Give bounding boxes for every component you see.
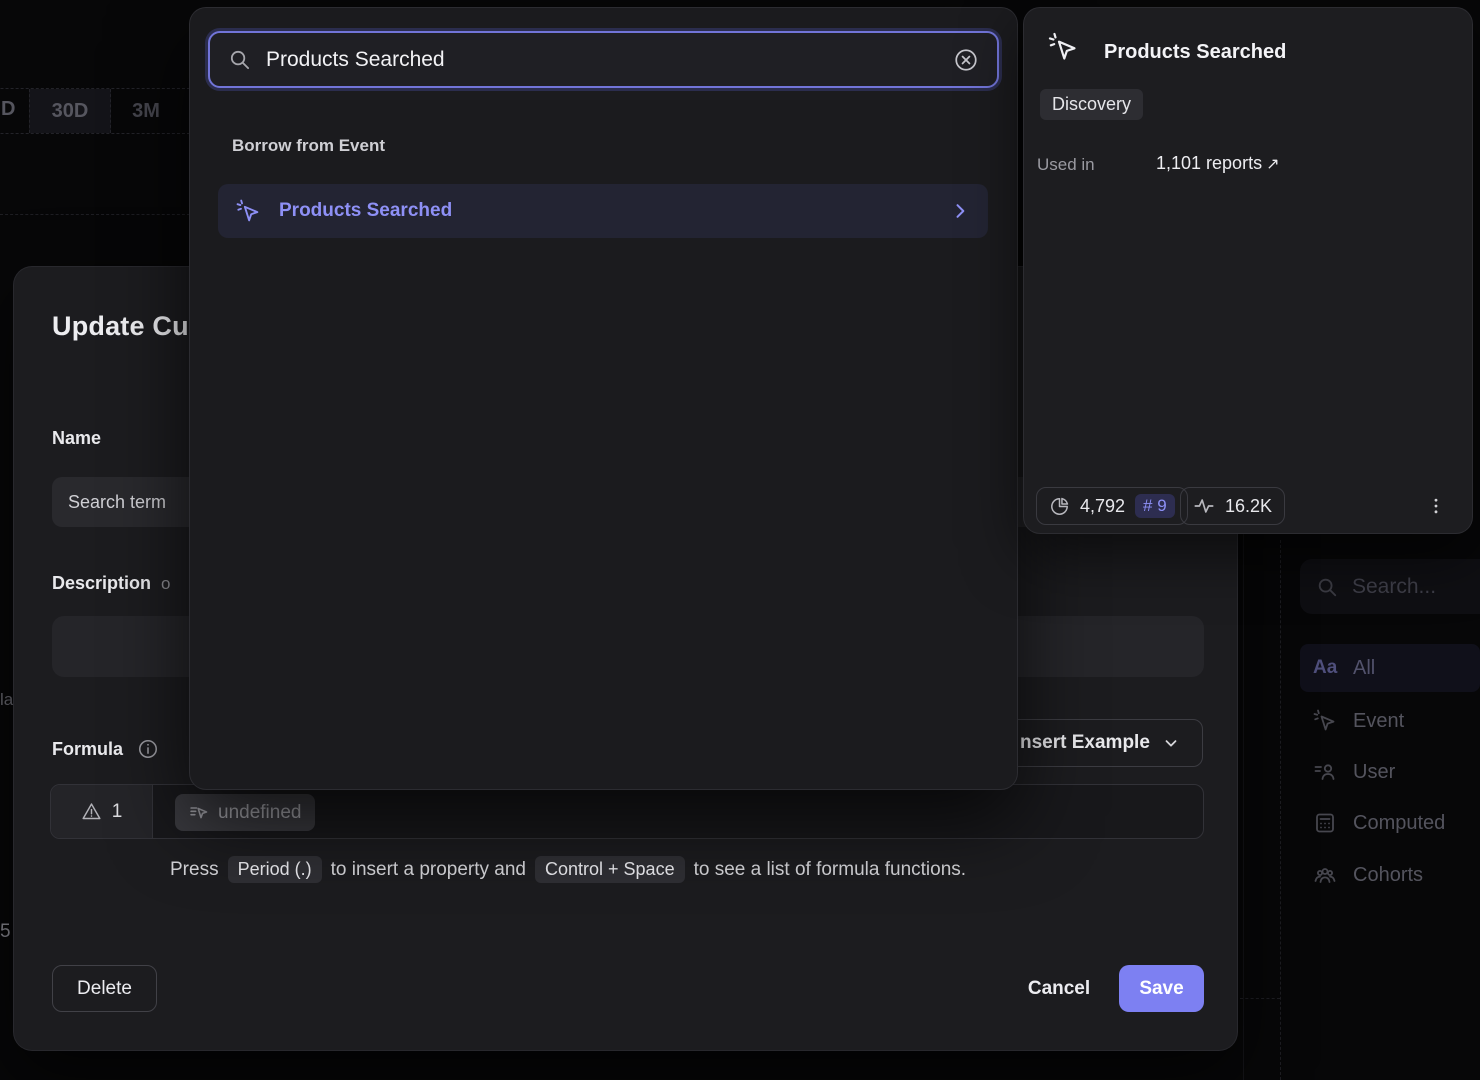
sidebar-filter-all[interactable]: Aa All [1300,644,1480,692]
computed-icon [1313,811,1337,835]
volume-value: 16.2K [1225,496,1272,517]
sidebar-panel-edge [1280,540,1281,1080]
info-icon[interactable] [137,738,159,760]
formula-label: Formula [52,739,123,760]
name-label: Name [52,428,101,449]
pie-chart-icon [1049,496,1070,517]
events-count-stat[interactable]: 4,792 # 9 [1036,487,1188,525]
property-search-dropdown: Borrow from Event Products Searched [190,8,1017,789]
formula-property-chip[interactable]: undefined [175,794,315,831]
circle-x-icon [953,47,979,73]
delete-button[interactable]: Delete [52,965,157,1012]
description-label-row: Description o [52,573,171,594]
hint-text: Press [170,859,219,881]
backdrop-panel-edge-bottom [1240,998,1280,999]
chevron-down-icon [1162,734,1180,752]
save-button[interactable]: Save [1119,965,1204,1012]
sidebar-filter-label: Computed [1353,812,1445,835]
user-icon [1313,760,1337,784]
event-icon [1313,709,1337,733]
kebab-menu-icon [1426,493,1446,519]
sidebar-filter-user[interactable]: User [1300,748,1480,796]
result-label: Products Searched [279,200,452,222]
insert-example-label: nsert Example [1020,732,1150,754]
sidebar-search-input[interactable]: Search... [1300,559,1480,614]
event-icon [236,199,261,224]
formula-label-row: Formula [52,738,159,760]
warning-icon [81,801,102,822]
category-badge: Discovery [1040,89,1143,120]
sidebar-filter-label: Event [1353,710,1404,733]
description-optional-fragment: o [161,574,170,594]
hint-text: to insert a property and [331,859,526,881]
volume-stat[interactable]: 16.2K [1180,487,1285,525]
time-range-30d-button[interactable]: 30D [29,89,111,133]
more-options-button[interactable] [1420,490,1452,522]
time-range-toolbar: D 30D 3M [0,88,190,134]
search-icon [228,48,251,71]
event-icon [1048,32,1079,63]
used-in-reports-link[interactable]: 1,101 reports↗ [1156,153,1279,174]
aa-icon: Aa [1313,657,1337,679]
backdrop-divider [0,214,190,215]
clear-search-button[interactable] [953,47,979,73]
event-title: Products Searched [1104,41,1286,64]
sidebar-filter-label: Cohorts [1353,864,1423,887]
event-property-icon [189,803,209,823]
chevron-right-icon [950,201,970,221]
formula-hint: Press Period (.) to insert a property an… [170,856,966,883]
event-info-card: Products Searched Discovery Used in 1,10… [1024,8,1472,533]
sidebar-filter-cohorts[interactable]: Cohorts [1300,851,1480,899]
chart-axis-fragment: 5 [0,921,11,943]
result-products-searched[interactable]: Products Searched [218,184,988,238]
sidebar-search-placeholder: Search... [1352,575,1436,599]
app-screen: D 30D 3M lay 5 Search... Aa All Event Us… [0,0,1480,1080]
insert-example-button[interactable]: nsert Example [988,719,1203,767]
error-count: 1 [112,801,123,823]
sidebar-filter-event[interactable]: Event [1300,697,1480,745]
search-field[interactable] [208,31,999,88]
cohorts-icon [1313,863,1337,887]
activity-icon [1193,495,1215,517]
external-link-icon: ↗ [1266,156,1279,173]
description-label: Description [52,573,151,594]
sidebar-filter-computed[interactable]: Computed [1300,799,1480,847]
formula-chip-label: undefined [218,802,301,824]
sidebar-filter-label: All [1353,657,1375,680]
search-input[interactable] [266,48,938,72]
formula-editor[interactable]: 1 undefined [50,784,1204,839]
modal-title: Update Cu [52,311,189,342]
hint-text: to see a list of formula functions. [694,859,966,881]
reports-count: 1,101 reports [1156,153,1262,173]
rank-badge: # 9 [1135,494,1175,518]
events-count-value: 4,792 [1080,496,1125,517]
time-range-prev-fragment[interactable]: D [1,98,17,121]
section-header: Borrow from Event [232,136,385,156]
search-icon [1316,576,1338,598]
formula-error-counter: 1 [51,785,153,838]
time-range-3m-button[interactable]: 3M [111,89,181,133]
cancel-button[interactable]: Cancel [1014,965,1104,1012]
kbd-control-space: Control + Space [535,856,685,883]
sidebar-filter-label: User [1353,761,1395,784]
kbd-period: Period (.) [228,856,322,883]
used-in-label: Used in [1037,155,1095,175]
